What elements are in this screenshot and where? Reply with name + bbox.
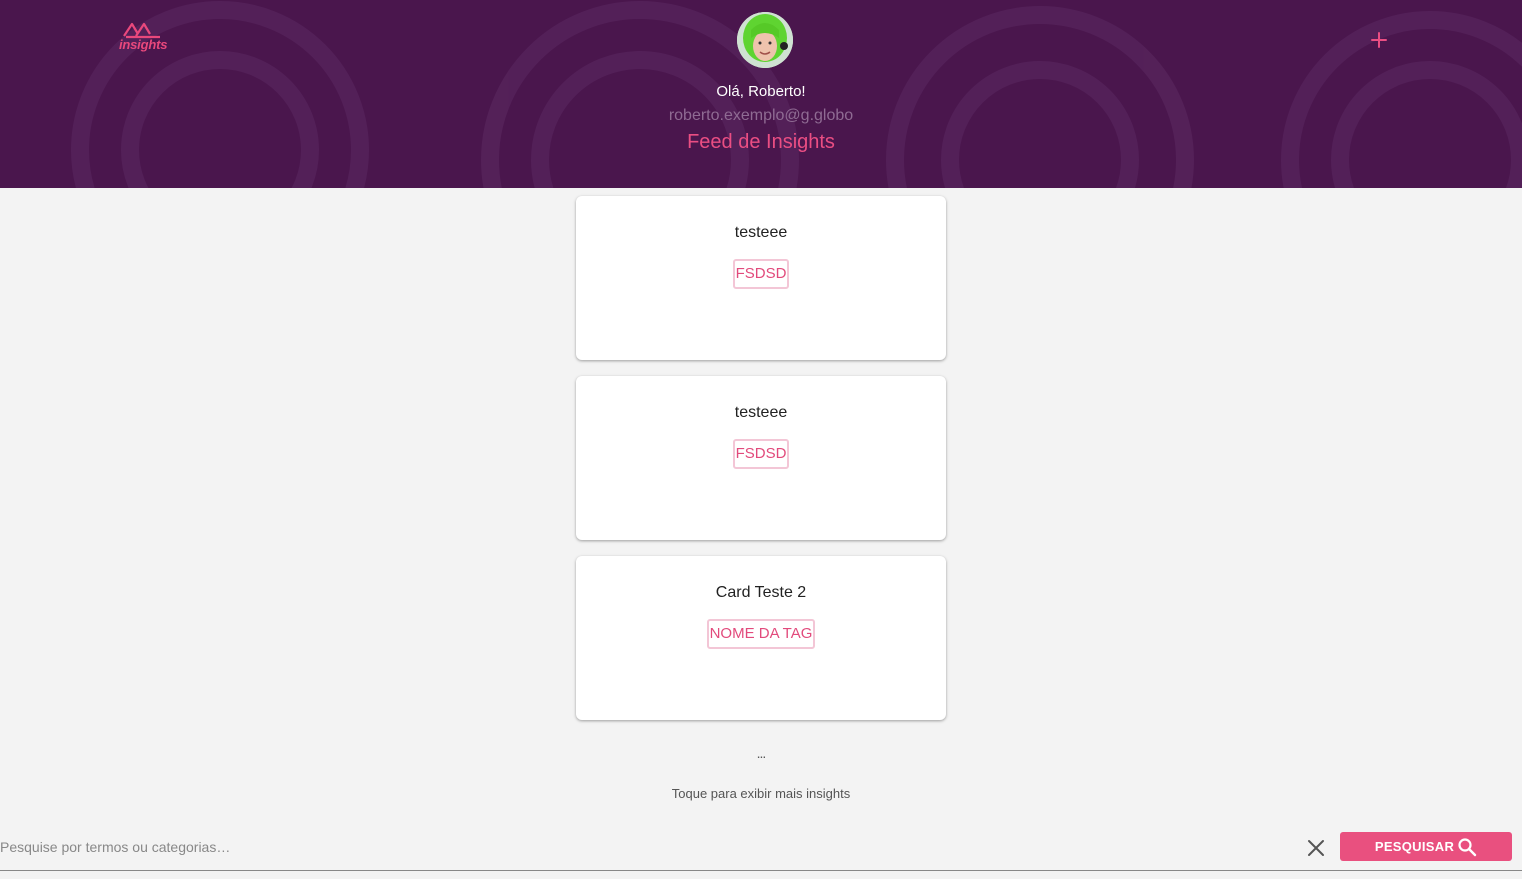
insight-card[interactable]: testeee FSDSD	[576, 196, 946, 360]
close-icon	[1308, 840, 1324, 856]
search-icon	[1458, 837, 1477, 856]
search-bar: PESQUISAR	[0, 826, 1522, 871]
search-input[interactable]	[0, 836, 1290, 858]
card-tag[interactable]: NOME DA TAG	[706, 619, 816, 649]
greeting: Olá, Roberto!	[716, 83, 806, 100]
avatar	[737, 12, 793, 68]
clear-search-button[interactable]	[1305, 837, 1327, 859]
logo-text: insights	[119, 37, 168, 52]
header: insights Olá, Roberto! roberto.exemplo@g…	[0, 0, 1522, 188]
card-title: Card Teste 2	[715, 584, 807, 601]
card-title: testeee	[734, 404, 788, 421]
user-email: roberto.exemplo@g.globo	[668, 107, 854, 124]
search-button-label: PESQUISAR	[1374, 839, 1455, 854]
load-more-link[interactable]: Toque para exibir mais insights	[0, 786, 1522, 801]
card-tag[interactable]: FSDSD	[732, 439, 790, 469]
card-title: testeee	[734, 224, 788, 241]
add-insight-button[interactable]	[1366, 27, 1392, 53]
search-button[interactable]: PESQUISAR	[1340, 832, 1512, 861]
plus-icon	[1371, 32, 1387, 48]
loading-ellipsis: ...	[756, 745, 767, 761]
insight-card[interactable]: Card Teste 2 NOME DA TAG	[576, 556, 946, 720]
card-tag[interactable]: FSDSD	[732, 259, 790, 289]
page-title: Feed de Insights	[687, 131, 835, 153]
insight-card[interactable]: testeee FSDSD	[576, 376, 946, 540]
avatar-image	[737, 12, 793, 68]
